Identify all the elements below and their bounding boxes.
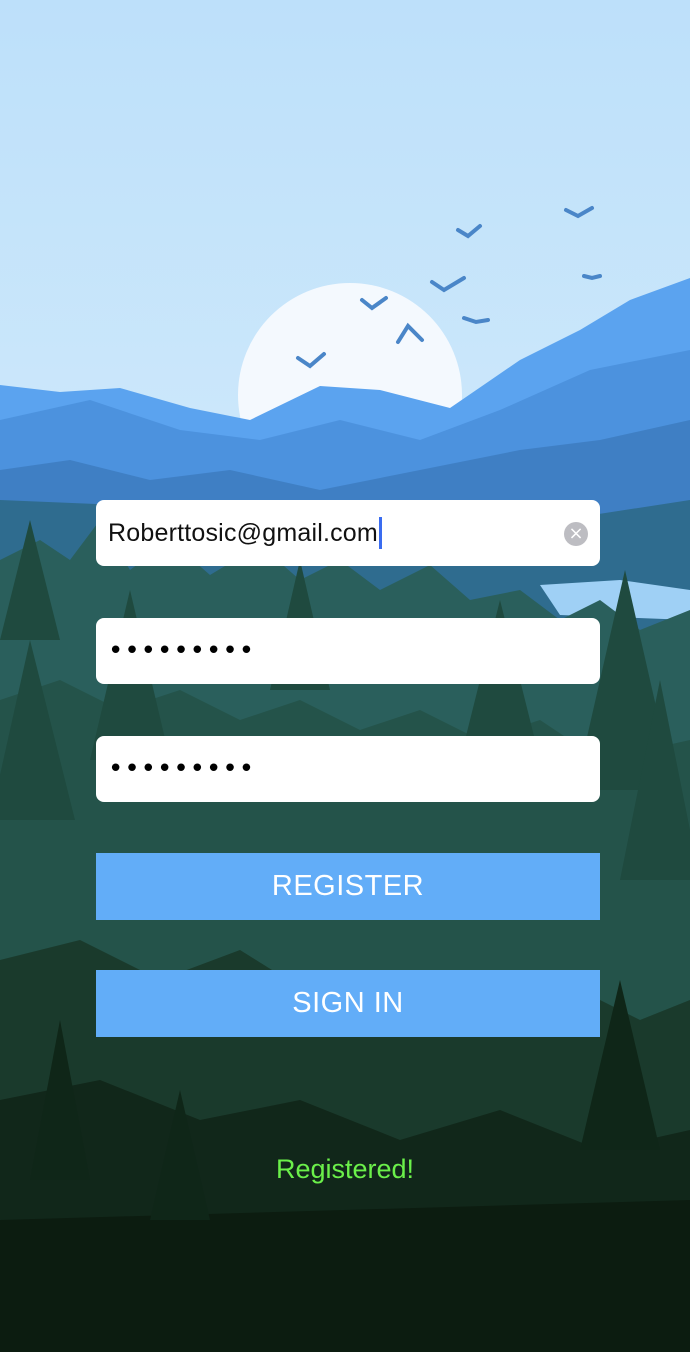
email-field[interactable]: Roberttosic@gmail.com × <box>96 500 600 566</box>
sign-in-button[interactable]: SIGN IN <box>96 970 600 1037</box>
clear-circle-x-icon[interactable]: × <box>564 522 588 546</box>
password-field[interactable]: ••••••••• <box>96 618 600 684</box>
status-message: Registered! <box>275 1154 415 1184</box>
confirm-password-field[interactable]: ••••••••• <box>96 736 600 802</box>
register-button[interactable]: REGISTER <box>96 853 600 920</box>
confirm-password-masked-value: ••••••••• <box>108 754 256 784</box>
text-caret <box>378 517 382 549</box>
password-masked-value: ••••••••• <box>108 636 256 666</box>
email-value: Roberttosic@gmail.com <box>108 518 378 547</box>
